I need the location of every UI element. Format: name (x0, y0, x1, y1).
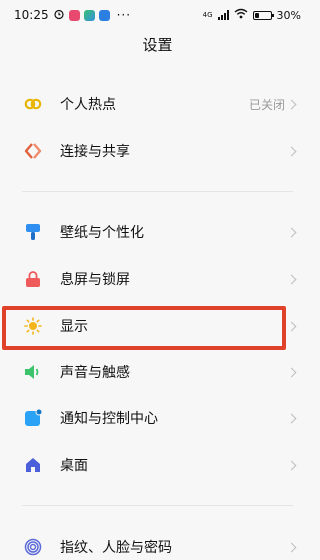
battery-level (254, 12, 260, 18)
chevron-right-icon (286, 542, 297, 552)
settings-item-biometrics[interactable]: 指纹、人脸与密码 (0, 524, 315, 560)
app-notification-icon (98, 9, 110, 21)
status-left: 10:25 ··· (14, 8, 203, 23)
settings-item-notification[interactable]: 通知与控制中心 (0, 395, 315, 441)
settings-item-connection-share[interactable]: 连接与共享 (0, 128, 315, 174)
chevron-right-icon (286, 460, 297, 470)
settings-item-label: 桌面 (60, 458, 88, 474)
status-bar: 10:25 ··· 4G 30% (0, 0, 315, 30)
settings-item-hotspot[interactable]: 个人热点 已关闭 (0, 81, 315, 127)
lock-icon (23, 269, 43, 289)
section-divider (22, 505, 293, 506)
chevron-right-icon (286, 413, 297, 423)
chevron-right-icon (286, 367, 297, 377)
more-notifications-icon: ··· (116, 8, 132, 22)
alarm-icon (53, 8, 65, 23)
speaker-icon (23, 362, 43, 382)
status-right: 4G 30% (203, 8, 301, 22)
hotspot-icon (23, 94, 43, 114)
settings-item-label: 壁纸与个性化 (60, 225, 144, 241)
fingerprint-icon (23, 537, 43, 557)
chevron-right-icon (286, 274, 297, 284)
settings-item-value: 已关闭 (248, 97, 285, 112)
settings-item-home-screen[interactable]: 桌面 (0, 442, 315, 488)
settings-item-lock-screen[interactable]: 息屏与锁屏 (0, 256, 315, 302)
chevron-right-icon (286, 146, 297, 156)
battery-icon (252, 10, 274, 20)
wallpaper-brush-icon (23, 222, 43, 242)
battery-percent: 30% (276, 8, 301, 22)
settings-item-label: 声音与触感 (60, 365, 130, 381)
settings-item-label: 息屏与锁屏 (60, 272, 130, 288)
home-icon (23, 455, 43, 475)
signal-icon (217, 10, 229, 20)
chevron-right-icon (286, 321, 297, 331)
status-time: 10:25 (14, 8, 49, 22)
connection-share-icon (23, 141, 43, 161)
settings-item-label: 个人热点 (60, 97, 116, 113)
network-type: 4G (202, 11, 213, 19)
chevron-right-icon (286, 99, 297, 109)
settings-item-sound[interactable]: 声音与触感 (0, 349, 315, 395)
notification-icon (23, 408, 43, 428)
section-divider (22, 191, 293, 192)
settings-item-wallpaper[interactable]: 壁纸与个性化 (0, 209, 315, 255)
settings-item-label: 连接与共享 (60, 144, 130, 160)
app-notification-icon (83, 9, 95, 21)
chevron-right-icon (286, 227, 297, 237)
settings-item-label: 通知与控制中心 (60, 411, 158, 427)
page-title: 设置 (142, 36, 173, 54)
app-notification-icon (68, 9, 80, 21)
settings-item-label: 指纹、人脸与密码 (60, 540, 172, 556)
wifi-icon (234, 8, 248, 22)
highlight-box (2, 306, 286, 350)
